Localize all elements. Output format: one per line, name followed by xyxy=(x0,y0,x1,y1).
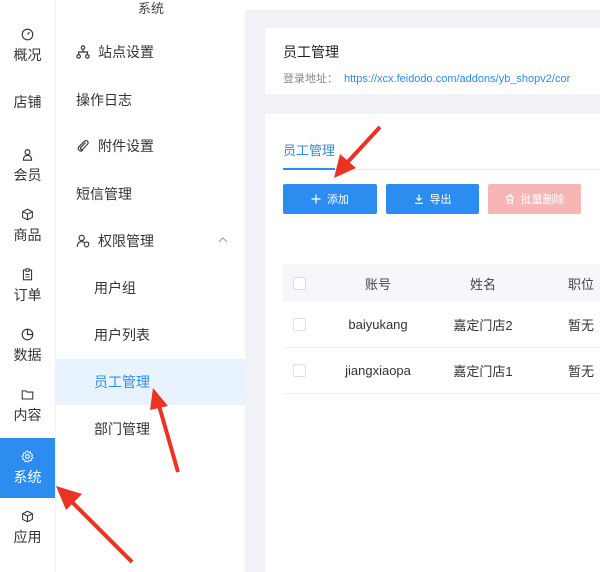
table-row[interactable]: baiyukang 嘉定门店2 暂无 xyxy=(283,302,600,348)
column-header-name: 姓名 xyxy=(469,276,496,292)
cell-name: 嘉定门店2 xyxy=(453,318,513,333)
dashboard-icon xyxy=(21,28,34,40)
row-checkbox[interactable] xyxy=(293,318,306,331)
cell-account: baiyukang xyxy=(348,317,408,332)
paperclip-icon xyxy=(76,139,90,153)
user-shield-icon xyxy=(76,234,90,248)
column-header-account: 账号 xyxy=(364,276,391,292)
submenu-item-sms-management[interactable]: 短信管理 xyxy=(56,171,246,217)
submenu-item-operation-log[interactable]: 操作日志 xyxy=(56,77,246,123)
cell-account: jiangxiaopa xyxy=(345,363,411,378)
table-header: 账号 姓名 职位 xyxy=(283,264,600,302)
top-bar xyxy=(245,0,600,10)
chevron-up-icon[interactable] xyxy=(218,235,228,245)
row-checkbox[interactable] xyxy=(293,364,306,377)
trash-icon xyxy=(505,194,514,204)
pie-chart-icon xyxy=(21,328,34,340)
add-button[interactable]: 添加 xyxy=(283,184,377,214)
tab-staff-management[interactable]: 员工管理 xyxy=(283,142,336,170)
rail-item-members[interactable]: 会员 xyxy=(0,136,55,196)
page-title: 员工管理 xyxy=(283,44,339,60)
user-icon xyxy=(22,148,33,161)
batch-delete-button[interactable]: 批量删除 xyxy=(488,184,581,214)
page-header: 员工管理 登录地址： https://xcx.feidodo.com/addons… xyxy=(265,28,600,94)
main-nav-rail: 概况 店铺 会员 商品 订单 数据 内容 系统 应用 xyxy=(0,0,55,572)
export-button[interactable]: 导出 xyxy=(386,184,479,214)
select-all-checkbox[interactable] xyxy=(293,276,306,290)
rail-item-system[interactable]: 系统 xyxy=(0,438,55,498)
box-icon xyxy=(22,208,33,220)
submenu-title: 系统 xyxy=(137,1,164,16)
submenu-item-permission-management[interactable]: 权限管理 xyxy=(56,218,246,264)
rail-item-overview[interactable]: 概况 xyxy=(0,16,55,76)
submenu-item-department-management[interactable]: 部门管理 xyxy=(56,406,246,452)
login-address-link[interactable]: https://xcx.feidodo.com/addons/yb_shopv2… xyxy=(344,73,570,85)
plus-icon xyxy=(311,194,321,204)
cell-position: 暂无 xyxy=(568,318,595,333)
staff-table: 账号 姓名 职位 baiyukang 嘉定门店2 暂无 jiangxiaopa … xyxy=(283,264,600,394)
rail-item-orders[interactable]: 订单 xyxy=(0,256,55,316)
submenu-item-user-list[interactable]: 用户列表 xyxy=(56,312,246,358)
submenu-item-user-groups[interactable]: 用户组 xyxy=(56,265,246,311)
login-address-label: 登录地址： xyxy=(283,73,338,85)
submenu-item-site-settings[interactable]: 站点设置 xyxy=(56,29,246,75)
system-submenu: 系统 站点设置 操作日志 附件设置 短信管理 权限管理 用户组 用户列表 员工管… xyxy=(55,0,246,572)
rail-item-shop[interactable]: 店铺 xyxy=(0,72,55,132)
sitemap-icon xyxy=(76,45,90,59)
rail-item-products[interactable]: 商品 xyxy=(0,196,55,256)
download-icon xyxy=(414,194,423,204)
submenu-item-attachment-settings[interactable]: 附件设置 xyxy=(56,123,246,169)
login-address: 登录地址： https://xcx.feidodo.com/addons/yb_s… xyxy=(283,70,600,86)
rail-item-content[interactable]: 内容 xyxy=(0,376,55,436)
rail-item-apps[interactable]: 应用 xyxy=(0,498,55,558)
cell-position: 暂无 xyxy=(568,364,595,379)
content-panel: 员工管理 添加 导出 批量删除 账号 姓名 职位 baiyukang 嘉定门店2… xyxy=(265,114,600,572)
gear-icon xyxy=(21,449,34,463)
column-header-position: 职位 xyxy=(568,276,595,292)
table-row[interactable]: jiangxiaopa 嘉定门店1 暂无 xyxy=(283,348,600,394)
clipboard-icon xyxy=(22,267,33,280)
folder-icon xyxy=(21,389,34,399)
cube-icon xyxy=(22,510,33,522)
tab-bar: 员工管理 xyxy=(283,142,600,170)
submenu-item-staff-management[interactable]: 员工管理 xyxy=(56,359,246,405)
rail-item-data[interactable]: 数据 xyxy=(0,316,55,376)
cell-name: 嘉定门店1 xyxy=(453,364,513,379)
